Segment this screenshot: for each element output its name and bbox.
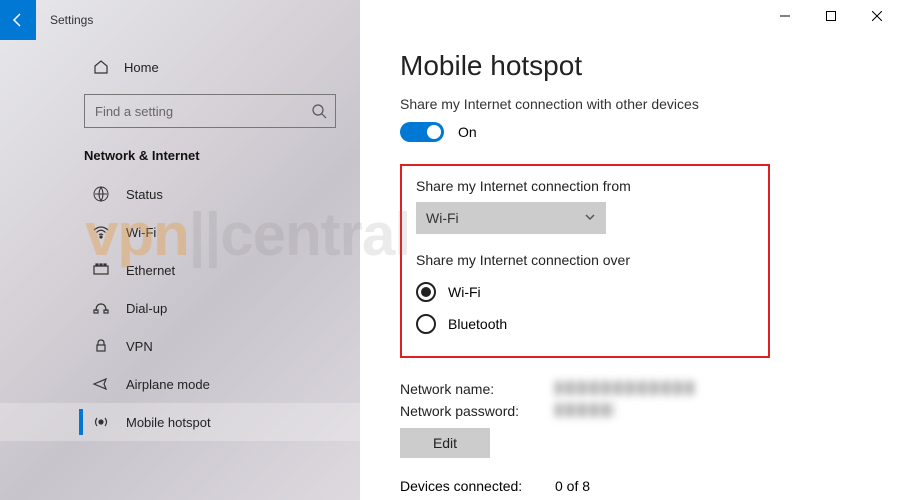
sidebar-item-status[interactable]: Status [0, 175, 360, 213]
toggle-state-label: On [458, 124, 477, 140]
main-panel: Mobile hotspot Share my Internet connect… [360, 0, 900, 500]
sidebar: Home Network & Internet Status Wi-Fi Eth… [0, 0, 360, 500]
radio-wifi[interactable]: Wi-Fi [416, 276, 754, 308]
radio-icon [416, 314, 436, 334]
dialup-icon [92, 299, 110, 317]
share-description: Share my Internet connection with other … [400, 96, 870, 112]
window-title: Settings [50, 13, 93, 27]
edit-button[interactable]: Edit [400, 428, 490, 458]
sidebar-item-label: VPN [126, 339, 153, 354]
sidebar-home-label: Home [124, 60, 159, 75]
share-from-label: Share my Internet connection from [416, 178, 754, 194]
sidebar-item-label: Mobile hotspot [126, 415, 211, 430]
radio-label: Wi-Fi [448, 284, 481, 300]
sidebar-item-dialup[interactable]: Dial-up [0, 289, 360, 327]
share-from-dropdown[interactable]: Wi-Fi [416, 202, 606, 234]
airplane-icon [92, 375, 110, 393]
hotspot-toggle[interactable] [400, 122, 444, 142]
dropdown-value: Wi-Fi [426, 210, 459, 226]
close-button[interactable] [854, 0, 900, 32]
sidebar-heading: Network & Internet [0, 132, 360, 175]
back-button[interactable] [0, 0, 36, 40]
sidebar-item-label: Status [126, 187, 163, 202]
sidebar-item-wifi[interactable]: Wi-Fi [0, 213, 360, 251]
network-password-value [555, 403, 615, 417]
sidebar-item-label: Dial-up [126, 301, 167, 316]
radio-icon [416, 282, 436, 302]
highlighted-section: Share my Internet connection from Wi-Fi … [400, 164, 770, 358]
share-over-label: Share my Internet connection over [416, 252, 754, 268]
devices-value: 0 of 8 [555, 478, 590, 494]
status-icon [92, 185, 110, 203]
radio-label: Bluetooth [448, 316, 507, 332]
devices-label: Devices connected: [400, 478, 555, 494]
search-icon [311, 103, 327, 119]
sidebar-item-airplane[interactable]: Airplane mode [0, 365, 360, 403]
sidebar-item-hotspot[interactable]: Mobile hotspot [0, 403, 360, 441]
network-name-value [555, 381, 695, 395]
page-title: Mobile hotspot [400, 50, 870, 82]
vpn-icon [92, 337, 110, 355]
sidebar-home[interactable]: Home [0, 50, 360, 84]
minimize-button[interactable] [762, 0, 808, 32]
sidebar-item-label: Airplane mode [126, 377, 210, 392]
network-password-label: Network password: [400, 403, 555, 419]
sidebar-item-label: Wi-Fi [126, 225, 156, 240]
ethernet-icon [92, 261, 110, 279]
hotspot-icon [92, 413, 110, 431]
search-input[interactable] [95, 104, 311, 119]
sidebar-item-vpn[interactable]: VPN [0, 327, 360, 365]
chevron-down-icon [584, 210, 596, 226]
sidebar-item-label: Ethernet [126, 263, 175, 278]
network-name-label: Network name: [400, 381, 555, 397]
home-icon [92, 58, 110, 76]
wifi-icon [92, 223, 110, 241]
maximize-button[interactable] [808, 0, 854, 32]
search-box[interactable] [84, 94, 336, 128]
radio-bluetooth[interactable]: Bluetooth [416, 308, 754, 340]
titlebar: Settings [0, 0, 900, 40]
sidebar-item-ethernet[interactable]: Ethernet [0, 251, 360, 289]
